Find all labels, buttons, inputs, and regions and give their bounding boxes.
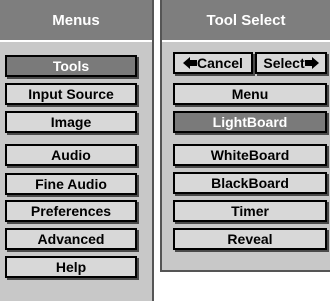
menu-item-help[interactable]: Help xyxy=(5,256,137,278)
menu-item-tools[interactable]: Tools xyxy=(5,55,137,77)
cancel-button[interactable]: Cancel xyxy=(173,52,253,74)
right-arrow-icon xyxy=(304,56,319,70)
cancel-label: Cancel xyxy=(197,55,243,71)
menu-item-preferences[interactable]: Preferences xyxy=(5,200,137,222)
tool-item-blackboard[interactable]: BlackBoard xyxy=(173,172,327,194)
menu-item-audio[interactable]: Audio xyxy=(5,144,137,166)
tool-select-header: Tool Select xyxy=(162,0,330,42)
menu-item-fine-audio[interactable]: Fine Audio xyxy=(5,173,137,195)
tool-item-menu[interactable]: Menu xyxy=(173,83,327,105)
menu-item-input-source[interactable]: Input Source xyxy=(5,83,137,105)
menu-item-image[interactable]: Image xyxy=(5,111,137,133)
menus-header: Menus xyxy=(0,0,152,42)
menu-item-advanced[interactable]: Advanced xyxy=(5,228,137,250)
left-arrow-icon xyxy=(183,56,198,70)
tool-item-timer[interactable]: Timer xyxy=(173,200,327,222)
select-button[interactable]: Select xyxy=(255,52,327,74)
tool-item-lightboard[interactable]: LightBoard xyxy=(173,111,327,133)
menus-panel: Menus Tools Input Source Image Audio Fin… xyxy=(0,0,154,301)
select-label: Select xyxy=(263,55,305,71)
tool-select-panel: Tool Select Cancel Select Menu LightBoar… xyxy=(160,0,330,272)
tool-item-whiteboard[interactable]: WhiteBoard xyxy=(173,144,327,166)
tool-item-reveal[interactable]: Reveal xyxy=(173,228,327,250)
